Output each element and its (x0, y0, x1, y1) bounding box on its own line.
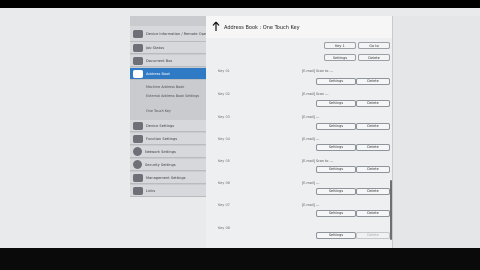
delete-button[interactable]: Delete (356, 123, 390, 130)
sidebar-item-label: Document Box (146, 58, 173, 63)
management-settings-icon (133, 173, 143, 182)
address-book-icon (133, 69, 143, 78)
key-number: Key 06 (218, 181, 230, 185)
security-settings-icon (133, 160, 142, 169)
sidebar-subitem-external-address-book[interactable]: External Address Book Settings (146, 94, 204, 98)
delete-button: Delete (356, 232, 390, 239)
key-name: [E-mail] Scan to --- (302, 69, 333, 73)
device-settings-icon (133, 121, 143, 130)
sidebar-item-address-book[interactable]: Address Book (130, 68, 206, 80)
page-header: Address Book : One Touch Key (206, 16, 392, 39)
key-select-button[interactable]: Key 1 (324, 42, 356, 49)
sidebar-item-label: Management Settings (146, 175, 186, 180)
key-name: [E-mail] --- (302, 115, 320, 119)
sidebar-item-management-settings[interactable]: Management Settings (130, 172, 206, 184)
sidebar-subitem-one-touch-key[interactable]: One Touch Key (146, 109, 204, 113)
key-number: Key 05 (218, 159, 230, 163)
sidebar-item-device-information[interactable]: Device Information / Remote Operation (130, 26, 206, 42)
settings-button[interactable]: Settings (316, 188, 356, 195)
one-touch-key-list: Key 1 Go to Settings Delete Key 01 [E-ma… (206, 38, 392, 248)
sidebar-item-security-settings[interactable]: Security Settings (130, 159, 206, 171)
page-title: Address Book : One Touch Key (224, 25, 300, 31)
sidebar-subitem-machine-address-book[interactable]: Machine Address Book (146, 85, 204, 89)
key-number: Key 01 (218, 69, 230, 73)
settings-button[interactable]: Settings (324, 54, 356, 61)
key-name: [E-mail] Scan --- (302, 92, 329, 96)
sidebar-item-label: Security Settings (145, 162, 176, 167)
delete-button[interactable]: Delete (356, 210, 390, 217)
delete-button[interactable]: Delete (358, 54, 390, 61)
key-number: Key 04 (218, 137, 230, 141)
key-number: Key 07 (218, 203, 230, 207)
sidebar-item-label: Address Book (146, 71, 171, 76)
sidebar-item-label: Network Settings (145, 149, 176, 154)
settings-button[interactable]: Settings (316, 210, 356, 217)
sidebar-item-device-settings[interactable]: Device Settings (130, 120, 206, 132)
sidebar-item-label: Links (146, 188, 156, 193)
key-name: [E-mail] --- (302, 203, 320, 207)
settings-button[interactable]: Settings (316, 144, 356, 151)
key-number: Key 02 (218, 92, 230, 96)
document-box-icon (133, 56, 143, 65)
settings-button[interactable]: Settings (316, 78, 356, 85)
delete-button[interactable]: Delete (356, 78, 390, 85)
go-to-button[interactable]: Go to (358, 42, 390, 49)
key-name: [E-mail] Scan to --- (302, 159, 333, 163)
settings-button[interactable]: Settings (316, 232, 356, 239)
settings-button[interactable]: Settings (316, 100, 356, 107)
sidebar-item-job-status[interactable]: Job Status (130, 42, 206, 54)
settings-button[interactable]: Settings (316, 123, 356, 130)
info-icon (133, 29, 143, 38)
delete-button[interactable]: Delete (356, 166, 390, 173)
key-name: [E-mail] --- (302, 181, 320, 185)
sidebar-item-document-box[interactable]: Document Box (130, 55, 206, 67)
key-name: [E-mail] --- (302, 137, 320, 141)
sidebar-item-label: Function Settings (146, 136, 178, 141)
monitor-bezel (0, 248, 480, 270)
sidebar: Device Information / Remote Operation Jo… (130, 16, 206, 197)
links-icon (133, 186, 143, 195)
key-number: Key 03 (218, 115, 230, 119)
sidebar-item-label: Device Settings (146, 123, 175, 128)
job-status-icon (133, 43, 143, 52)
sidebar-item-network-settings[interactable]: Network Settings (130, 146, 206, 158)
delete-button[interactable]: Delete (356, 100, 390, 107)
settings-button[interactable]: Settings (316, 166, 356, 173)
sidebar-item-label: Device Information / Remote Operation (146, 31, 206, 36)
sidebar-item-function-settings[interactable]: Function Settings (130, 133, 206, 145)
back-arrow-icon[interactable] (212, 21, 220, 31)
sidebar-item-label: Job Status (146, 45, 165, 50)
sidebar-item-links[interactable]: Links (130, 185, 206, 197)
delete-button[interactable]: Delete (356, 144, 390, 151)
network-settings-icon (133, 147, 142, 156)
function-settings-icon (133, 134, 143, 143)
delete-button[interactable]: Delete (356, 188, 390, 195)
empty-pane (393, 16, 480, 248)
key-number: Key 08 (218, 226, 230, 230)
